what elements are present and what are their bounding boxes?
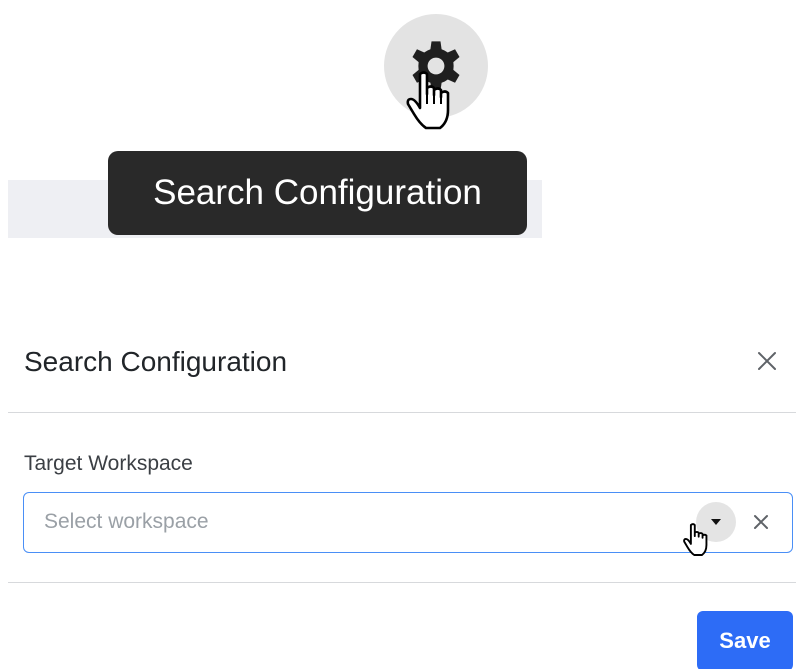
hand-pointer-cursor [683,523,708,556]
modal-title: Search Configuration [24,346,288,377]
search-configuration-modal: Search Configuration Target Workspace Se… [8,322,796,669]
screenshot-stage: Search Configuration Search Configuratio… [0,0,796,669]
close-icon[interactable] [754,348,780,374]
target-workspace-label: Target Workspace [24,452,193,475]
workspace-select[interactable]: Select workspace [23,492,793,553]
save-button[interactable]: Save [697,611,793,669]
tooltip: Search Configuration [108,151,527,235]
hand-pointer-cursor [406,71,450,130]
header-divider [8,412,796,413]
clear-icon[interactable] [750,511,772,533]
footer-divider [8,582,796,583]
workspace-select-placeholder: Select workspace [44,510,209,533]
